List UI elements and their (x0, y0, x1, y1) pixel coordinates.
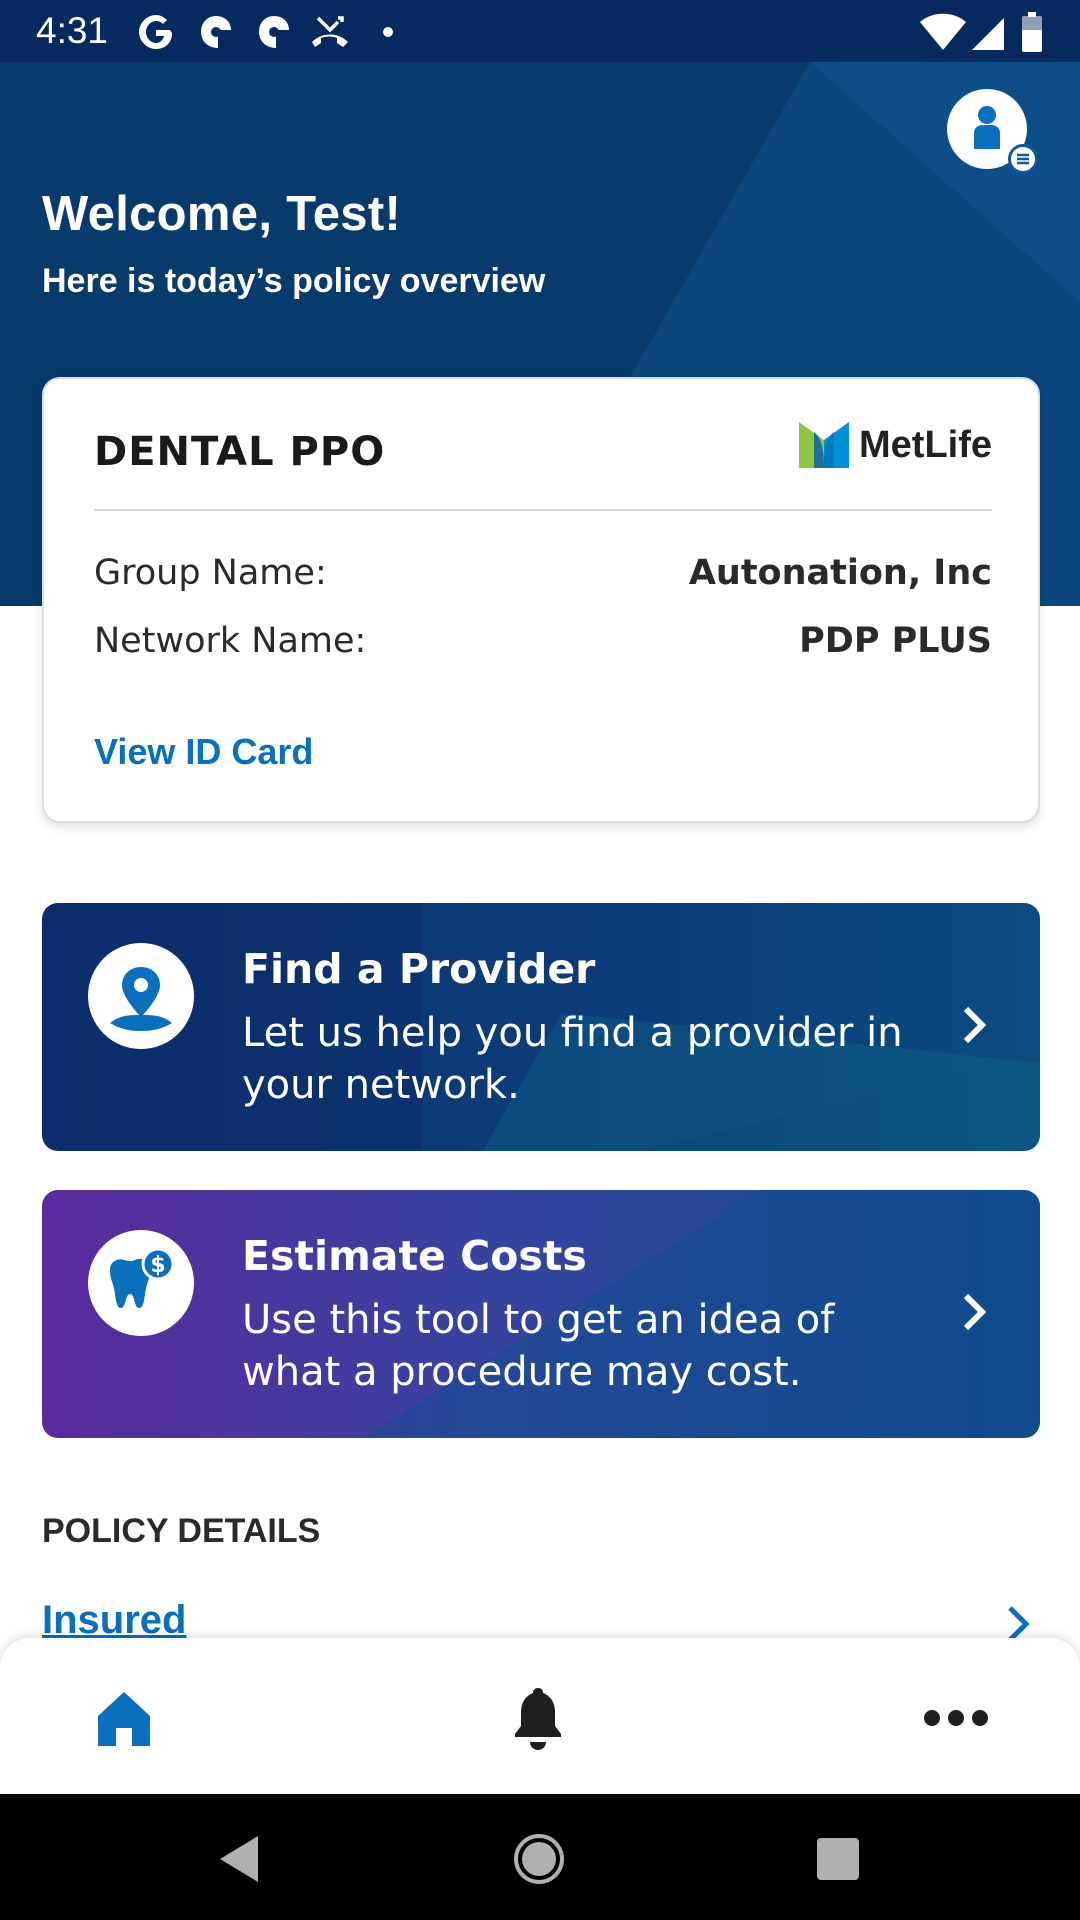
signal-icon (972, 18, 1004, 50)
provider-icon-circle (88, 943, 194, 1049)
wifi-icon (920, 13, 966, 50)
metlife-logo: MetLife (799, 421, 992, 469)
policy-card: DENTAL PPO MetLife Group Name: Autonatio… (42, 377, 1040, 823)
battery-icon (1022, 12, 1042, 52)
bell-icon[interactable] (498, 1678, 578, 1758)
svg-text:$: $ (150, 1253, 165, 1278)
estimate-costs-title: Estimate Costs (242, 1232, 587, 1280)
card-divider (94, 509, 992, 511)
missed-call-icon (312, 16, 348, 47)
system-navigation-bar (0, 1794, 1080, 1920)
home-icon[interactable] (84, 1678, 164, 1758)
chevron-right-icon (963, 1293, 987, 1331)
tooth-dollar-icon: $ (110, 1247, 175, 1308)
metlife-logo-text: MetLife (859, 423, 992, 466)
insured-link[interactable]: Insured (42, 1598, 186, 1643)
network-name-value: PDP PLUS (799, 621, 992, 661)
welcome-subtitle: Here is today’s policy overview (42, 262, 546, 300)
find-provider-title: Find a Provider (242, 945, 596, 993)
metlife-logo-icon (799, 422, 849, 468)
group-name-label: Group Name: (94, 553, 327, 593)
pinwheel-icon (259, 16, 289, 48)
estimate-icon-circle: $ (88, 1230, 194, 1336)
dot-icon (383, 27, 393, 37)
bottom-navigation (0, 1638, 1080, 1794)
find-provider-tile[interactable]: Find a Provider Let us help you find a p… (42, 903, 1040, 1151)
more-icon[interactable] (916, 1678, 996, 1758)
back-icon[interactable] (206, 1824, 276, 1894)
recents-icon[interactable] (803, 1824, 873, 1894)
menu-icon[interactable] (1008, 144, 1038, 174)
policy-details-heading: POLICY DETAILS (42, 1512, 321, 1550)
location-pin-icon (110, 967, 172, 1031)
status-right-icons (920, 12, 1042, 52)
group-name-value: Autonation, Inc (688, 553, 992, 593)
home-button-icon[interactable] (504, 1824, 574, 1894)
estimate-costs-description: Use this tool to get an idea of what a p… (242, 1297, 835, 1395)
view-id-card-link[interactable]: View ID Card (94, 731, 313, 773)
status-time: 4:31 (36, 10, 109, 51)
estimate-costs-tile[interactable]: $ Estimate Costs Use this tool to get an… (42, 1190, 1040, 1438)
status-bar: 4:31 (0, 0, 1080, 62)
chevron-right-icon (963, 1006, 987, 1044)
plan-name: DENTAL PPO (94, 429, 386, 475)
welcome-title: Welcome, Test! (42, 187, 402, 241)
google-icon (139, 15, 172, 49)
network-name-label: Network Name: (94, 621, 367, 661)
pinwheel-icon (201, 16, 231, 48)
find-provider-description: Let us help you find a provider in your … (242, 1010, 903, 1108)
